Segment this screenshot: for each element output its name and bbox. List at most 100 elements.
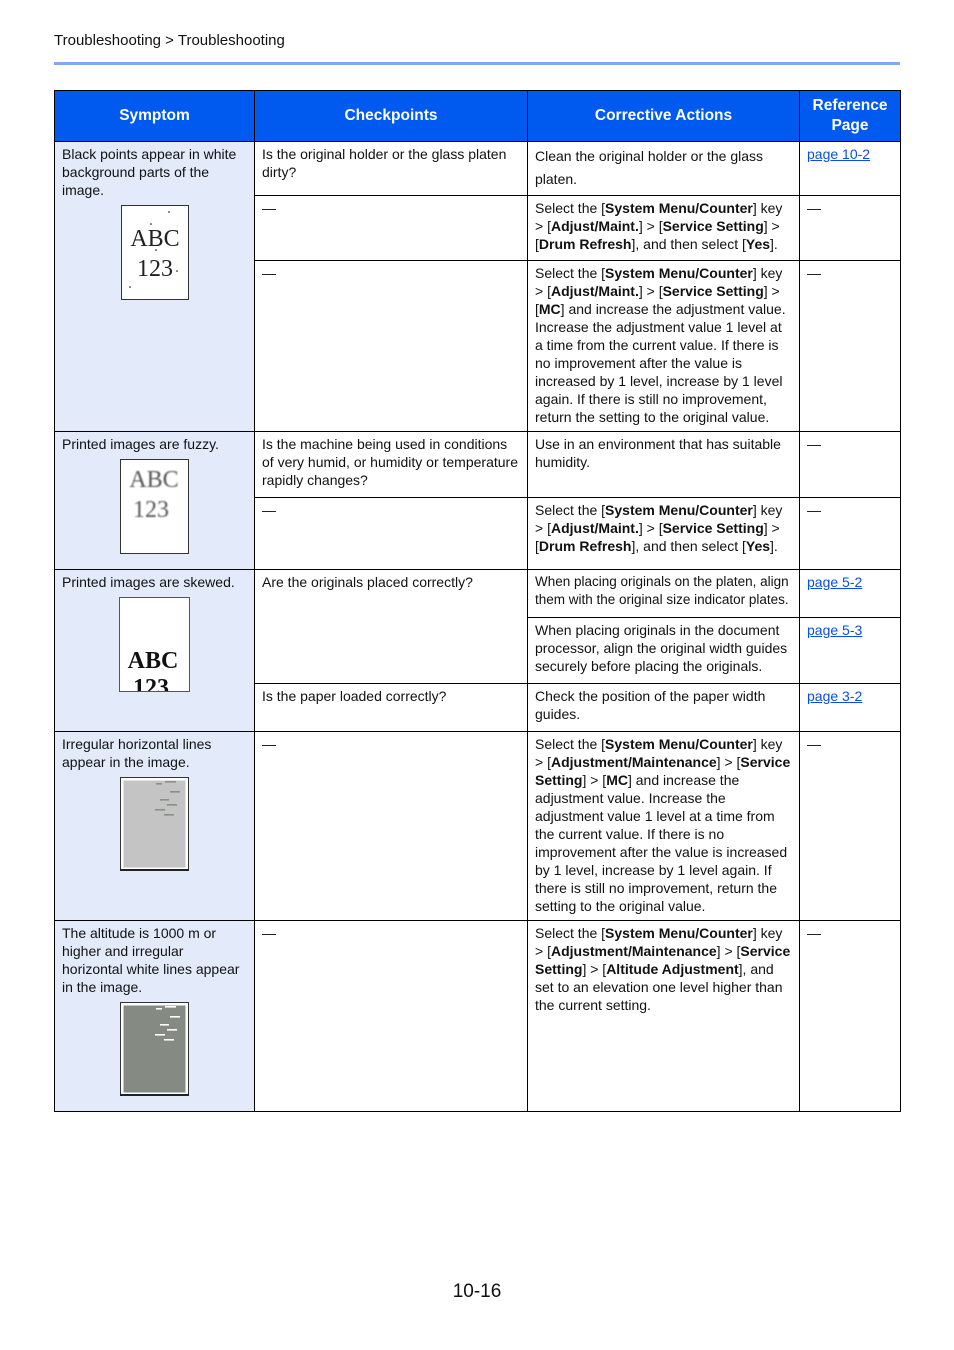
- menu-key-label: Service Setting: [662, 520, 764, 536]
- action-cell: Use in an environment that has suitable …: [527, 431, 800, 498]
- breadcrumb: Troubleshooting > Troubleshooting: [54, 32, 285, 49]
- table-row: Printed images are fuzzy. ABC 123 Is the…: [54, 431, 901, 570]
- action-text: Select the [: [535, 736, 606, 752]
- menu-key-label: Adjust/Maint.: [550, 283, 639, 299]
- action-text: ] and increase the adjustment value. Inc…: [535, 301, 786, 425]
- action-text: ], and then select [: [631, 538, 746, 554]
- table-row: Irregular horizontal lines appear in the…: [54, 731, 901, 921]
- action-text: ] > [: [638, 520, 663, 536]
- checkpoint-cell: —: [254, 497, 528, 570]
- action-cell: Select the [System Menu/Counter] key > […: [527, 260, 800, 432]
- action-text: When placing originals on the platen, al…: [535, 574, 789, 607]
- menu-key-label: Drum Refresh: [538, 538, 632, 554]
- reference-cell: —: [799, 497, 901, 570]
- symptom-cell: Printed images are fuzzy. ABC 123: [54, 431, 255, 570]
- header-reference-page: Reference Page: [799, 90, 901, 142]
- reference-cell: —: [799, 195, 901, 261]
- reference-page-link[interactable]: page 5-2: [807, 574, 862, 590]
- action-text: ] > [: [638, 218, 663, 234]
- reference-cell: page 10-2: [799, 141, 901, 196]
- table-row: Printed images are skewed. ABC 123 Are t…: [54, 569, 901, 732]
- menu-key-label: Adjust/Maint.: [550, 218, 639, 234]
- svg-text:123: 123: [133, 497, 169, 523]
- action-cell: Select the [System Menu/Counter] key > […: [527, 731, 800, 921]
- reference-cell: —: [799, 260, 901, 432]
- menu-key-label: Adjust/Maint.: [550, 520, 639, 536]
- menu-key-label: MC: [606, 772, 628, 788]
- menu-key-label: Altitude Adjustment: [606, 961, 739, 977]
- action-text: ] > [: [638, 283, 663, 299]
- svg-text:123: 123: [137, 256, 173, 282]
- action-text: ] > [: [716, 943, 741, 959]
- header-corrective-actions: Corrective Actions: [527, 90, 800, 142]
- symptom-text: The altitude is 1000 m or higher and irr…: [62, 925, 240, 995]
- svg-text:ABC: ABC: [129, 467, 178, 493]
- checkpoint-cell: Are the originals placed correctly?: [254, 569, 528, 684]
- reference-page-link[interactable]: page 5-3: [807, 622, 862, 638]
- action-text: Use in an environment that has suitable …: [535, 436, 781, 470]
- symptom-text: Printed images are fuzzy.: [62, 436, 219, 452]
- action-cell: When placing originals on the platen, al…: [527, 569, 800, 618]
- action-text: Clean the original holder or the glass p…: [535, 148, 764, 187]
- action-text: ] > [: [582, 772, 607, 788]
- menu-key-label: Yes: [745, 538, 771, 554]
- checkpoint-cell: Is the original holder or the glass plat…: [254, 141, 528, 196]
- svg-text:ABC: ABC: [130, 226, 179, 252]
- reference-page-link[interactable]: page 3-2: [807, 688, 862, 704]
- troubleshooting-table: Symptom Checkpoints Corrective Actions R…: [54, 90, 901, 1112]
- svg-text:123: 123: [133, 675, 169, 692]
- horizontal-lines-sample-image: [120, 771, 189, 876]
- reference-cell: —: [799, 731, 901, 921]
- action-text: ] and increase the adjustment value. Inc…: [535, 772, 788, 914]
- menu-key-label: System Menu/Counter: [605, 925, 753, 941]
- action-text: ] > [: [582, 961, 607, 977]
- menu-key-label: Service Setting: [662, 283, 764, 299]
- header-checkpoints: Checkpoints: [254, 90, 528, 142]
- menu-key-label: Yes: [745, 236, 771, 252]
- action-cell: Check the position of the paper width gu…: [527, 683, 800, 732]
- action-cell: When placing originals in the document p…: [527, 617, 800, 684]
- checkpoint-cell: —: [254, 195, 528, 261]
- action-text: ].: [770, 538, 778, 554]
- action-text: Select the [: [535, 200, 606, 216]
- reference-cell: page 5-3: [799, 617, 901, 684]
- svg-text:ABC: ABC: [128, 648, 179, 674]
- table-row: The altitude is 1000 m or higher and irr…: [54, 920, 901, 1112]
- action-cell: Select the [System Menu/Counter] key > […: [527, 195, 800, 261]
- action-text: Select the [: [535, 502, 606, 518]
- checkpoint-cell: —: [254, 260, 528, 432]
- action-text: When placing originals in the document p…: [535, 622, 788, 674]
- symptom-cell: Black points appear in white background …: [54, 141, 255, 432]
- header-divider: [54, 62, 900, 65]
- reference-cell: page 5-2: [799, 569, 901, 618]
- symptom-text: Irregular horizontal lines appear in the…: [62, 736, 212, 770]
- symptom-cell: Printed images are skewed. ABC 123: [54, 569, 255, 732]
- page-number: 10-16: [452, 1281, 502, 1302]
- menu-key-label: System Menu/Counter: [605, 736, 753, 752]
- menu-key-label: MC: [538, 301, 561, 317]
- skewed-sample-image: ABC 123: [119, 597, 190, 696]
- reference-cell: page 3-2: [799, 683, 901, 732]
- action-cell: Select the [System Menu/Counter] key > […: [527, 497, 800, 570]
- action-text: Check the position of the paper width gu…: [535, 688, 766, 722]
- symptom-cell: Irregular horizontal lines appear in the…: [54, 731, 255, 921]
- menu-key-label: Adjustment/Maintenance: [550, 754, 717, 770]
- menu-key-label: Adjustment/Maintenance: [550, 943, 717, 959]
- table-row: Black points appear in white background …: [54, 141, 901, 432]
- black-points-sample-image: ABC 123: [120, 205, 189, 304]
- reference-page-link[interactable]: page 10-2: [807, 146, 870, 162]
- checkpoint-cell: Is the paper loaded correctly?: [254, 683, 528, 732]
- fuzzy-sample-image: ABC 123: [120, 459, 189, 558]
- symptom-text: Black points appear in white background …: [62, 146, 237, 198]
- checkpoint-cell: Is the machine being used in conditions …: [254, 431, 528, 498]
- menu-key-label: System Menu/Counter: [605, 200, 753, 216]
- header-symptom: Symptom: [54, 90, 255, 142]
- symptom-cell: The altitude is 1000 m or higher and irr…: [54, 920, 255, 1112]
- checkpoint-cell: —: [254, 920, 528, 1112]
- action-text: ] > [: [716, 754, 741, 770]
- action-cell: Clean the original holder or the glass p…: [527, 141, 800, 196]
- reference-cell: —: [799, 920, 901, 1112]
- menu-key-label: Drum Refresh: [538, 236, 632, 252]
- action-text: ], and then select [: [631, 236, 746, 252]
- reference-cell: —: [799, 431, 901, 498]
